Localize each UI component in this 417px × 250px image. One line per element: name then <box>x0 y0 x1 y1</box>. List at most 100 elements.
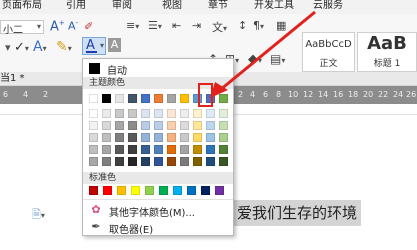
theme-shade-swatch[interactable] <box>128 133 137 142</box>
standard-color-swatch[interactable] <box>201 186 210 195</box>
theme-shade-swatch[interactable] <box>102 157 111 166</box>
theme-shade-swatch[interactable] <box>154 109 163 118</box>
theme-shade-swatch[interactable] <box>206 133 215 142</box>
theme-shade-swatch[interactable] <box>89 109 98 118</box>
theme-shade-swatch[interactable] <box>167 145 176 154</box>
standard-color-swatch[interactable] <box>159 186 168 195</box>
clear-format-button[interactable]: ✐ <box>84 20 93 33</box>
theme-shade-swatch[interactable] <box>167 109 176 118</box>
tab-references[interactable]: 引用 <box>66 0 86 11</box>
document-tab[interactable]: 当1 * <box>0 72 60 85</box>
standard-color-swatch[interactable] <box>145 186 154 195</box>
shrink-font-button[interactable]: A- <box>68 19 78 33</box>
theme-shade-swatch[interactable] <box>128 145 137 154</box>
theme-shade-swatch[interactable] <box>167 133 176 142</box>
theme-shade-swatch[interactable] <box>102 145 111 154</box>
theme-shade-swatch[interactable] <box>219 157 228 166</box>
standard-color-swatch[interactable] <box>215 186 224 195</box>
theme-color-swatch[interactable] <box>128 94 137 103</box>
theme-shade-swatch[interactable] <box>180 133 189 142</box>
theme-shade-swatch[interactable] <box>89 121 98 130</box>
theme-shade-swatch[interactable] <box>141 133 150 142</box>
theme-shade-swatch[interactable] <box>115 145 124 154</box>
theme-shade-swatch[interactable] <box>115 109 124 118</box>
bullets-button[interactable]: ≡▾ <box>126 19 139 32</box>
theme-shade-swatch[interactable] <box>102 121 111 130</box>
theme-shade-swatch[interactable] <box>128 157 137 166</box>
theme-color-swatch[interactable] <box>141 94 150 103</box>
theme-shade-swatch[interactable] <box>154 145 163 154</box>
theme-color-swatch[interactable] <box>102 94 111 103</box>
theme-shade-swatch[interactable] <box>206 121 215 130</box>
theme-color-swatch[interactable] <box>115 94 124 103</box>
strikethrough-button[interactable]: ✓▾ <box>14 40 29 55</box>
more-colors-item[interactable]: ✿ 其他字体颜色(M)... <box>83 202 233 220</box>
annotation-arrow <box>210 10 316 98</box>
theme-shade-swatch[interactable] <box>141 157 150 166</box>
paragraph-marker-icon[interactable]: 🗎▾ <box>32 206 45 225</box>
theme-shade-swatch[interactable] <box>180 157 189 166</box>
theme-shade-swatch[interactable] <box>219 145 228 154</box>
underline-caret-icon[interactable]: ▾ <box>5 41 11 54</box>
theme-shade-swatch[interactable] <box>167 157 176 166</box>
theme-shade-swatch[interactable] <box>154 133 163 142</box>
theme-shade-swatch[interactable] <box>180 121 189 130</box>
theme-shade-swatch[interactable] <box>154 121 163 130</box>
theme-shade-swatch[interactable] <box>89 157 98 166</box>
theme-shade-swatch[interactable] <box>141 109 150 118</box>
highlight-button[interactable]: ✎▾ <box>56 39 72 55</box>
char-shading-button[interactable]: A <box>108 38 121 52</box>
theme-shade-swatch[interactable] <box>102 109 111 118</box>
theme-shade-swatch[interactable] <box>193 145 202 154</box>
standard-color-row <box>83 185 233 197</box>
tab-page-layout[interactable]: 页面布局 <box>2 0 42 11</box>
theme-shade-swatch[interactable] <box>206 157 215 166</box>
decrease-indent-button[interactable]: ⇤ <box>172 19 181 32</box>
theme-shade-swatch[interactable] <box>128 121 137 130</box>
standard-color-swatch[interactable] <box>89 186 98 195</box>
theme-shade-swatch[interactable] <box>89 133 98 142</box>
numbering-button[interactable]: ☰▾ <box>148 19 162 32</box>
theme-shade-swatch[interactable] <box>141 145 150 154</box>
standard-color-swatch[interactable] <box>187 186 196 195</box>
selected-document-text[interactable]: 爱我们生存的环境 <box>233 200 362 226</box>
theme-shade-swatch[interactable] <box>193 157 202 166</box>
standard-color-swatch[interactable] <box>103 186 112 195</box>
theme-shade-swatch[interactable] <box>115 121 124 130</box>
text-effect-button[interactable]: A▾ <box>33 39 47 55</box>
theme-color-swatch[interactable] <box>167 94 176 103</box>
theme-shade-swatch[interactable] <box>193 133 202 142</box>
standard-color-swatch[interactable] <box>131 186 140 195</box>
theme-shade-swatch[interactable] <box>193 121 202 130</box>
theme-shade-swatch[interactable] <box>115 157 124 166</box>
theme-shade-swatch[interactable] <box>206 145 215 154</box>
style-heading-1[interactable]: AaB 标题 1 <box>357 32 417 72</box>
theme-color-swatch[interactable] <box>89 94 98 103</box>
font-color-button[interactable]: A ▾ <box>82 37 106 55</box>
theme-shade-swatch[interactable] <box>219 109 228 118</box>
theme-shade-swatch[interactable] <box>128 109 137 118</box>
standard-color-swatch[interactable] <box>117 186 126 195</box>
theme-color-swatch[interactable] <box>154 94 163 103</box>
font-size-select[interactable]: 小二 ▾ <box>0 20 44 36</box>
theme-shade-swatch[interactable] <box>193 109 202 118</box>
theme-shade-swatch[interactable] <box>154 157 163 166</box>
menu-divider <box>83 199 233 200</box>
chevron-down-icon: ▾ <box>99 41 104 50</box>
theme-shade-swatch[interactable] <box>219 121 228 130</box>
eyedropper-item[interactable]: ✒ 取色器(E) <box>83 219 233 237</box>
theme-shade-swatch[interactable] <box>102 133 111 142</box>
tab-view[interactable]: 视图 <box>162 0 182 11</box>
theme-shade-swatch[interactable] <box>89 145 98 154</box>
tab-review[interactable]: 审阅 <box>112 0 132 11</box>
grow-font-button[interactable]: A+ <box>50 19 65 34</box>
theme-shade-swatch[interactable] <box>180 145 189 154</box>
theme-shade-swatch[interactable] <box>167 121 176 130</box>
theme-shade-swatch[interactable] <box>219 133 228 142</box>
theme-shade-swatch[interactable] <box>141 121 150 130</box>
theme-color-swatch[interactable] <box>180 94 189 103</box>
theme-shade-swatch[interactable] <box>206 109 215 118</box>
theme-shade-swatch[interactable] <box>180 109 189 118</box>
standard-color-swatch[interactable] <box>173 186 182 195</box>
theme-shade-swatch[interactable] <box>115 133 124 142</box>
